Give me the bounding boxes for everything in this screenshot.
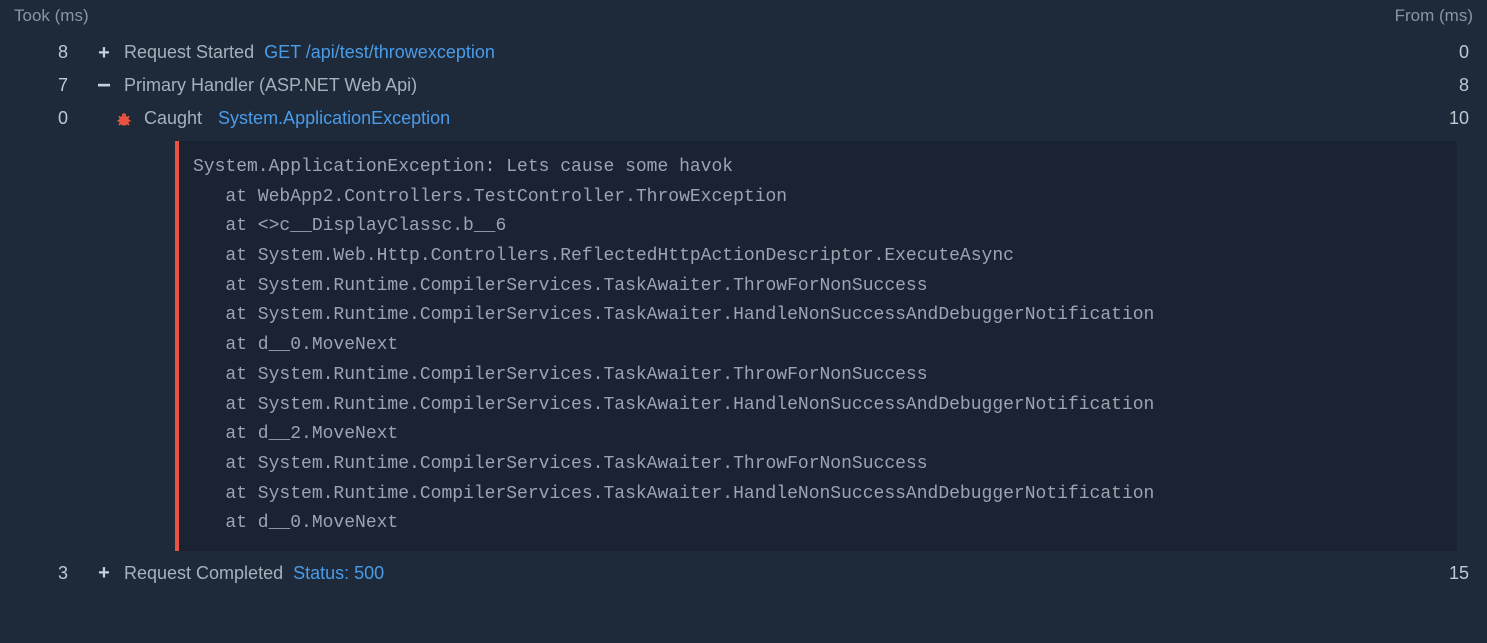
row-caught-exception[interactable]: 0 Caught System.ApplicationException 10 xyxy=(14,102,1473,135)
row-request-completed[interactable]: 3 + Request Completed Status: 500 15 xyxy=(14,557,1473,590)
plus-icon[interactable]: + xyxy=(94,43,114,63)
from-value: 15 xyxy=(1403,563,1473,584)
timing-header: Took (ms) From (ms) xyxy=(0,0,1487,36)
from-value: 0 xyxy=(1403,42,1473,63)
row-primary-handler[interactable]: 7 − Primary Handler (ASP.NET Web Api) 8 xyxy=(14,69,1473,102)
from-header-label: From (ms) xyxy=(1395,6,1473,26)
from-value: 10 xyxy=(1403,108,1473,129)
timeline-rows-footer: 3 + Request Completed Status: 500 15 xyxy=(0,557,1487,590)
stacktrace-line: at WebApp2.Controllers.TestController.Th… xyxy=(193,183,1443,213)
stacktrace-line: at System.Runtime.CompilerServices.TaskA… xyxy=(193,272,1443,302)
exception-type-link[interactable]: System.ApplicationException xyxy=(218,108,450,129)
stacktrace-line: at System.Web.Http.Controllers.Reflected… xyxy=(193,242,1443,272)
row-request-started[interactable]: 8 + Request Started GET /api/test/throwe… xyxy=(14,36,1473,69)
stacktrace-line: at System.Runtime.CompilerServices.TaskA… xyxy=(193,391,1443,421)
row-label: Primary Handler (ASP.NET Web Api) xyxy=(124,75,417,96)
status-link[interactable]: Status: 500 xyxy=(293,563,384,584)
row-label: Request Started xyxy=(124,42,254,63)
minus-icon[interactable]: − xyxy=(94,76,114,96)
took-value: 3 xyxy=(14,563,94,584)
took-header-label: Took (ms) xyxy=(14,6,89,26)
row-label: Request Completed xyxy=(124,563,283,584)
stacktrace-line: at d__0.MoveNext xyxy=(193,331,1443,361)
stacktrace-line: at System.Runtime.CompilerServices.TaskA… xyxy=(193,301,1443,331)
caught-label: Caught xyxy=(144,108,202,129)
from-value: 8 xyxy=(1403,75,1473,96)
stacktrace-line: at d__2.MoveNext xyxy=(193,420,1443,450)
bug-icon xyxy=(114,109,134,129)
plus-icon[interactable]: + xyxy=(94,563,114,583)
stacktrace-panel: System.ApplicationException: Lets cause … xyxy=(175,141,1457,551)
took-value: 7 xyxy=(14,75,94,96)
stacktrace-line: at System.Runtime.CompilerServices.TaskA… xyxy=(193,450,1443,480)
stacktrace-line: at System.Runtime.CompilerServices.TaskA… xyxy=(193,361,1443,391)
took-value: 8 xyxy=(14,42,94,63)
row-link[interactable]: GET /api/test/throwexception xyxy=(264,42,495,63)
timeline-rows: 8 + Request Started GET /api/test/throwe… xyxy=(0,36,1487,135)
stacktrace-line: at <>c__DisplayClassc.b__6 xyxy=(193,212,1443,242)
took-value: 0 xyxy=(14,108,94,129)
stacktrace-line: at d__0.MoveNext xyxy=(193,509,1443,539)
stacktrace-line: System.ApplicationException: Lets cause … xyxy=(193,153,1443,183)
stacktrace-line: at System.Runtime.CompilerServices.TaskA… xyxy=(193,480,1443,510)
